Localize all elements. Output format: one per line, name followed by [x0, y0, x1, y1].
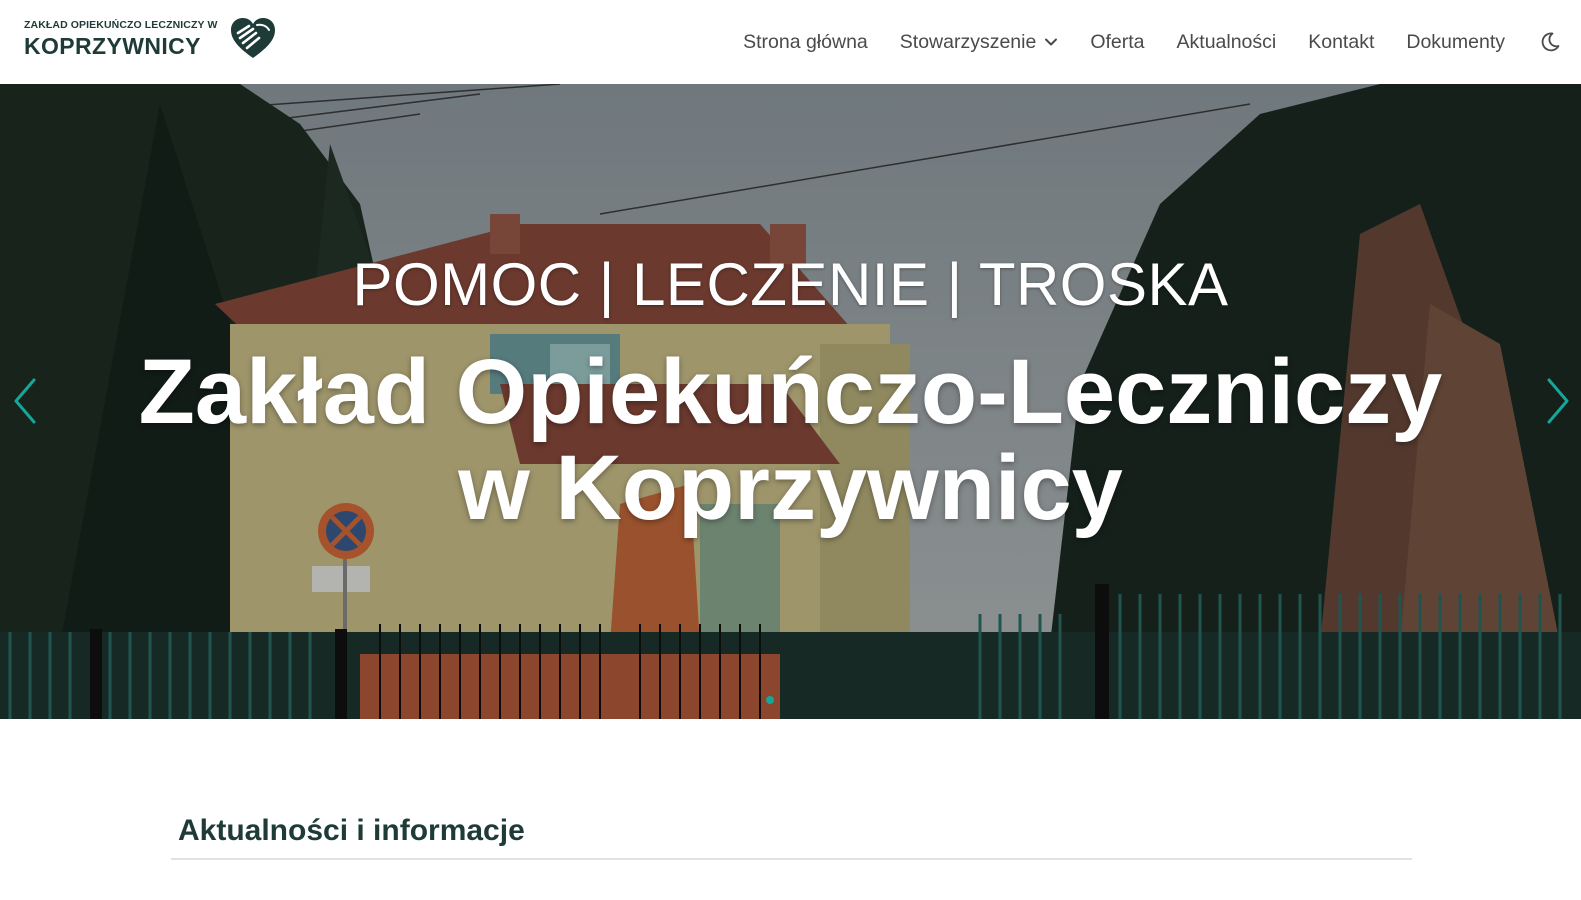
nav-item-home[interactable]: Strona główna	[743, 31, 868, 54]
hero-title: Zakład Opiekuńczo-Leczniczy w Koprzywnic…	[0, 344, 1581, 536]
site-header: ZAKŁAD OPIEKUŃCZO LECZNICZY W KOPRZYWNIC…	[0, 0, 1581, 84]
nav-item-label: Stowarzyszenie	[899, 30, 1037, 53]
chevron-right-icon[interactable]	[1543, 376, 1573, 426]
heart-hands-icon	[231, 18, 276, 58]
hero-title-line-1: Zakład Opiekuńczo-Leczniczy	[138, 341, 1443, 443]
carousel-dot-active[interactable]	[766, 696, 774, 704]
logo-subtitle: ZAKŁAD OPIEKUŃCZO LECZNICZY W	[24, 19, 218, 32]
nav-item-kontakt[interactable]: Kontakt	[1308, 31, 1374, 54]
nav-item-dokumenty[interactable]: Dokumenty	[1406, 31, 1505, 54]
nav-item-oferta[interactable]: Oferta	[1090, 31, 1144, 54]
hero-tagline: POMOC | LECZENIE | TROSKA	[352, 251, 1229, 318]
nav-item-stowarzyszenie[interactable]: Stowarzyszenie	[900, 31, 1059, 54]
chevron-left-icon[interactable]	[10, 376, 40, 426]
news-section-heading: Aktualności i informacje	[178, 814, 525, 847]
main-nav: Strona główna Stowarzyszenie Oferta Aktu…	[711, 0, 1561, 84]
chevron-down-icon	[1045, 38, 1058, 46]
site-logo[interactable]: ZAKŁAD OPIEKUŃCZO LECZNICZY W KOPRZYWNIC…	[24, 18, 277, 60]
hero-carousel: POMOC | LECZENIE | TROSKA Zakład Opiekuń…	[0, 84, 1581, 719]
hero-title-line-2: w Koprzywnicy	[458, 437, 1123, 539]
section-divider	[171, 858, 1412, 860]
moon-icon[interactable]	[1539, 31, 1561, 53]
logo-title: KOPRZYWNICY	[24, 32, 201, 59]
nav-item-aktualnosci[interactable]: Aktualności	[1177, 31, 1277, 54]
logo-text: ZAKŁAD OPIEKUŃCZO LECZNICZY W KOPRZYWNIC…	[24, 20, 217, 58]
